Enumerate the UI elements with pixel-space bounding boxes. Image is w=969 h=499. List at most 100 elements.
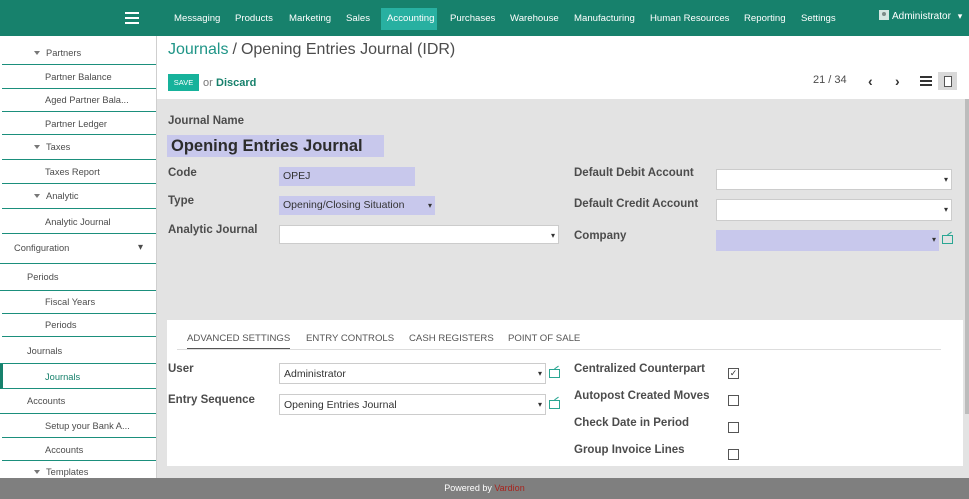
sidebar-item-label: Fiscal Years: [45, 297, 96, 307]
sidebar-item-label: Partners: [46, 48, 82, 58]
sidebar-item-taxes[interactable]: Taxes: [2, 135, 156, 160]
sidebar-item-label: Configuration: [14, 243, 70, 253]
save-button[interactable]: SAVE: [168, 74, 199, 91]
breadcrumb-separator: /: [232, 41, 237, 58]
sidebar-item-label: Setup your Bank A...: [45, 421, 130, 431]
tab-advanced-settings[interactable]: ADVANCED SETTINGS: [187, 333, 291, 349]
dropdown-arrow-icon: ▾: [537, 400, 542, 409]
menu-item-messaging[interactable]: Messaging: [168, 8, 226, 30]
user-menu[interactable]: Administrator ▾: [879, 10, 962, 26]
sidebar-item-label: Taxes Report: [45, 167, 100, 177]
journal-name-field[interactable]: Opening Entries Journal: [167, 135, 384, 157]
dropdown-arrow-icon: ▾: [537, 369, 542, 378]
external-link-icon[interactable]: [942, 235, 953, 244]
tab-entry-controls[interactable]: ENTRY CONTROLS: [306, 333, 394, 344]
hamburger-menu-icon[interactable]: [122, 9, 142, 27]
sidebar-item-taxes-report[interactable]: Taxes Report: [2, 160, 156, 184]
dropdown-arrow-icon: ▾: [550, 231, 555, 240]
entry-sequence-label: Entry Sequence: [168, 394, 255, 406]
sidebar-item-configuration[interactable]: Configuration ▾: [0, 234, 156, 264]
menu-item-manufacturing[interactable]: Manufacturing: [568, 8, 641, 30]
sidebar-item-periods-group[interactable]: Periods: [0, 264, 156, 291]
sidebar-item-setup-bank-accounts[interactable]: Setup your Bank A...: [2, 414, 156, 438]
pager-value: 21 / 34: [813, 74, 847, 86]
sidebar: Partners Partner Balance Aged Partner Ba…: [0, 36, 157, 478]
external-link-icon[interactable]: [549, 369, 560, 378]
caret-down-icon: [34, 145, 40, 149]
breadcrumb-link-journals[interactable]: Journals: [168, 41, 228, 58]
menu-item-human-resources[interactable]: Human Resources: [644, 8, 735, 30]
autopost-created-moves-label: Autopost Created Moves: [574, 390, 710, 402]
sidebar-item-journals[interactable]: Journals: [0, 364, 156, 389]
group-invoice-lines-label: Group Invoice Lines: [574, 444, 685, 456]
sidebar-item-label: Taxes: [46, 142, 71, 152]
avatar: [879, 10, 889, 20]
sidebar-item-journals-group[interactable]: Journals: [0, 337, 156, 364]
tab-divider: [177, 349, 941, 350]
dropdown-arrow-icon: ▾: [427, 201, 432, 210]
sidebar-item-partner-ledger[interactable]: Partner Ledger: [2, 112, 156, 135]
code-field[interactable]: OPEJ: [279, 167, 415, 186]
tab-point-of-sale[interactable]: POINT OF SALE: [508, 333, 580, 344]
type-select[interactable]: Opening/Closing Situation ▾: [279, 196, 435, 215]
sidebar-item-partners[interactable]: Partners: [2, 39, 156, 65]
sidebar-item-analytic[interactable]: Analytic: [2, 184, 156, 209]
notebook: ADVANCED SETTINGS ENTRY CONTROLS CASH RE…: [167, 320, 963, 466]
type-value: Opening/Closing Situation: [283, 199, 405, 211]
menu-item-marketing[interactable]: Marketing: [283, 8, 337, 30]
user-label: User: [168, 363, 194, 375]
menu-item-sales[interactable]: Sales: [340, 8, 376, 30]
menu-item-warehouse[interactable]: Warehouse: [504, 8, 565, 30]
chevron-right-icon[interactable]: ›: [895, 73, 900, 89]
menu-item-reporting[interactable]: Reporting: [738, 8, 792, 30]
footer: Powered by Vardion: [0, 478, 969, 499]
sidebar-item-label: Partner Balance: [45, 72, 112, 82]
caret-down-icon: [34, 194, 40, 198]
form-view-icon[interactable]: [938, 72, 957, 90]
analytic-journal-select[interactable]: ▾: [279, 225, 559, 244]
chevron-left-icon[interactable]: ‹: [868, 73, 873, 89]
code-label: Code: [168, 167, 197, 179]
caret-down-icon: [34, 470, 40, 474]
sidebar-item-partner-balance[interactable]: Partner Balance: [2, 65, 156, 89]
footer-brand-link[interactable]: Vardion: [494, 483, 524, 493]
discard-button[interactable]: Discard: [216, 77, 256, 89]
sidebar-item-aged-partner-balance[interactable]: Aged Partner Bala...: [2, 89, 156, 112]
menu-item-products[interactable]: Products: [229, 8, 279, 30]
external-link-icon[interactable]: [549, 400, 560, 409]
tab-cash-registers[interactable]: CASH REGISTERS: [409, 333, 494, 344]
entry-sequence-select[interactable]: Opening Entries Journal ▾: [279, 394, 546, 415]
sidebar-item-analytic-journal[interactable]: Analytic Journal: [2, 209, 156, 234]
sidebar-item-accounts[interactable]: Accounts: [2, 438, 156, 461]
menu-item-settings[interactable]: Settings: [795, 8, 842, 30]
sidebar-item-label: Aged Partner Bala...: [45, 95, 129, 105]
default-debit-account-label: Default Debit Account: [574, 167, 694, 179]
autopost-created-moves-checkbox[interactable]: [728, 395, 739, 406]
user-name: Administrator: [892, 11, 951, 22]
sidebar-item-periods[interactable]: Periods: [2, 314, 156, 337]
company-select[interactable]: ▾: [716, 230, 939, 251]
sidebar-item-label: Templates: [46, 467, 89, 477]
default-credit-account-select[interactable]: ▾: [716, 199, 952, 221]
footer-text: Powered by: [444, 483, 492, 493]
centralized-counterpart-checkbox[interactable]: ✓: [728, 368, 739, 379]
centralized-counterpart-label: Centralized Counterpart: [574, 363, 705, 375]
menu-item-purchases[interactable]: Purchases: [444, 8, 501, 30]
dropdown-arrow-icon: ▾: [943, 175, 948, 184]
entry-sequence-value: Opening Entries Journal: [284, 399, 397, 411]
sidebar-item-fiscal-years[interactable]: Fiscal Years: [2, 291, 156, 314]
scrollbar[interactable]: [965, 99, 969, 414]
sidebar-item-label: Journals: [27, 346, 63, 356]
menu-item-accounting[interactable]: Accounting: [381, 8, 437, 30]
breadcrumb: Journals / Opening Entries Journal (IDR): [168, 41, 455, 59]
list-view-icon[interactable]: [920, 76, 932, 87]
sidebar-item-label: Partner Ledger: [45, 119, 108, 129]
user-select[interactable]: Administrator ▾: [279, 363, 546, 384]
sidebar-item-label: Periods: [27, 272, 59, 282]
sidebar-item-accounts-group[interactable]: Accounts: [0, 389, 156, 414]
group-invoice-lines-checkbox[interactable]: [728, 449, 739, 460]
journal-name-label: Journal Name: [168, 115, 245, 127]
sidebar-item-templates[interactable]: Templates: [2, 461, 156, 478]
check-date-in-period-checkbox[interactable]: [728, 422, 739, 433]
default-debit-account-select[interactable]: ▾: [716, 169, 952, 190]
